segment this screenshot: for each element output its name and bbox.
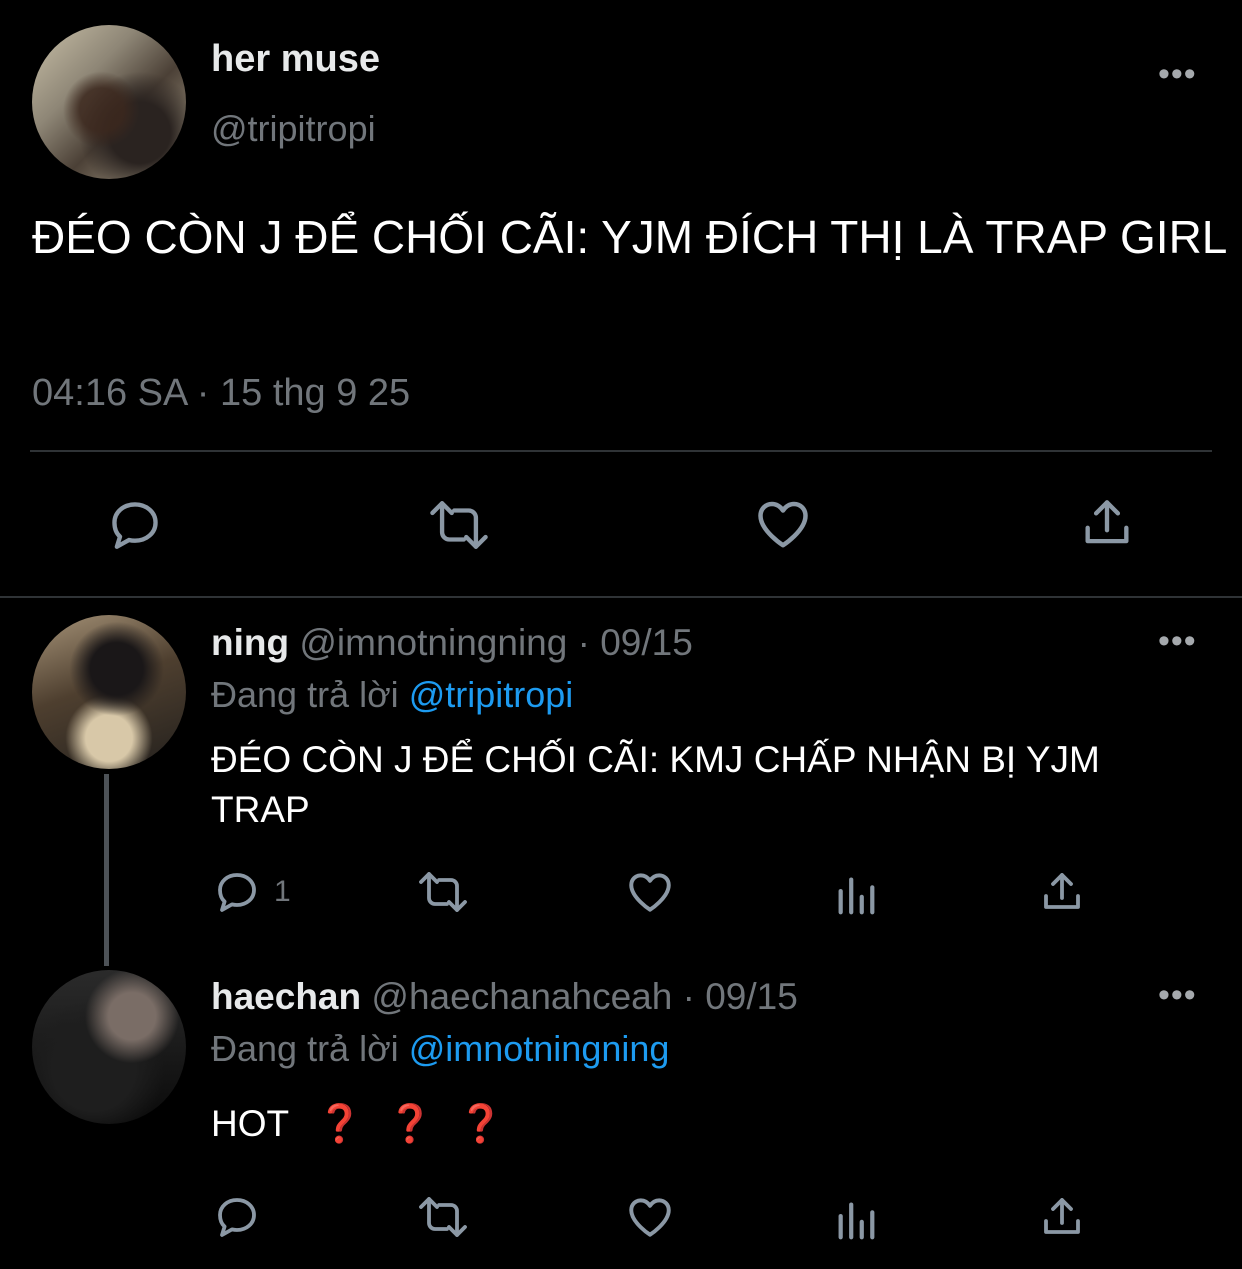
main-tweet-text: ĐÉO CÒN J ĐỂ CHỐI CÃI: YJM ĐÍCH THỊ LÀ T… bbox=[32, 211, 1228, 263]
tweet-timestamp[interactable]: 04:16 SA · 15 thg 9 25 bbox=[32, 372, 410, 415]
share-icon[interactable] bbox=[1038, 868, 1086, 916]
handle-tripitropi[interactable]: @tripitropi bbox=[211, 108, 376, 150]
like-icon[interactable] bbox=[625, 867, 675, 917]
reply-text: ĐÉO CÒN J ĐỂ CHỐI CÃI: KMJ CHẤP NHẬN BỊ … bbox=[211, 739, 1100, 830]
divider bbox=[30, 450, 1212, 452]
replying-to-line: Đang trả lời @tripitropi bbox=[211, 674, 573, 716]
replying-to-link[interactable]: @tripitropi bbox=[409, 674, 574, 715]
share-icon[interactable] bbox=[1038, 1193, 1086, 1241]
reply-button[interactable] bbox=[212, 1193, 262, 1241]
replying-to-line: Đang trả lời @imnotningning bbox=[211, 1028, 669, 1070]
red-question-mark-emoji: ❓ bbox=[387, 1103, 434, 1144]
retweet-icon[interactable] bbox=[425, 496, 493, 554]
display-name-ning[interactable]: ning bbox=[211, 622, 289, 663]
retweet-icon[interactable] bbox=[414, 1193, 472, 1241]
divider bbox=[0, 596, 1242, 598]
handle-imnotningning[interactable]: @imnotningning bbox=[299, 622, 567, 663]
avatar-her-muse[interactable] bbox=[32, 25, 186, 179]
avatar-ning[interactable] bbox=[32, 615, 186, 769]
reply-text: HOT bbox=[211, 1103, 289, 1144]
views-analytics-icon[interactable] bbox=[833, 1197, 879, 1243]
like-icon[interactable] bbox=[752, 494, 814, 554]
replying-to-label: Đang trả lời bbox=[211, 1028, 399, 1069]
reply-date[interactable]: · 09/15 bbox=[683, 976, 798, 1017]
reply-count: 1 bbox=[274, 875, 291, 908]
reply-header: haechan @haechanahceah · 09/15 bbox=[211, 976, 798, 1018]
more-options-icon[interactable]: ••• bbox=[1158, 57, 1197, 91]
views-analytics-icon[interactable] bbox=[833, 872, 879, 918]
reply-date[interactable]: · 09/15 bbox=[578, 622, 693, 663]
display-name-her-muse[interactable]: her muse bbox=[211, 38, 380, 81]
handle-haechanahceah[interactable]: @haechanahceah bbox=[371, 976, 672, 1017]
avatar-haechan[interactable] bbox=[32, 970, 186, 1124]
more-options-icon[interactable]: ••• bbox=[1158, 624, 1197, 658]
retweet-icon[interactable] bbox=[414, 868, 472, 916]
replying-to-label: Đang trả lời bbox=[211, 674, 399, 715]
replying-to-link[interactable]: @imnotningning bbox=[409, 1028, 670, 1069]
share-icon[interactable] bbox=[1078, 494, 1136, 552]
red-question-mark-emoji: ❓ bbox=[316, 1103, 363, 1144]
thread-connector-line bbox=[104, 774, 109, 966]
reply-button[interactable]: 1 bbox=[212, 868, 291, 916]
reply-header: ning @imnotningning · 09/15 bbox=[211, 622, 693, 664]
more-options-icon[interactable]: ••• bbox=[1158, 978, 1197, 1012]
red-question-mark-emoji: ❓ bbox=[457, 1103, 504, 1144]
display-name-haechan[interactable]: haechan bbox=[211, 976, 361, 1017]
reply-text-line: HOT ❓ ❓ ❓ bbox=[211, 1099, 504, 1149]
reply-icon[interactable] bbox=[105, 496, 165, 554]
like-icon[interactable] bbox=[625, 1192, 675, 1242]
